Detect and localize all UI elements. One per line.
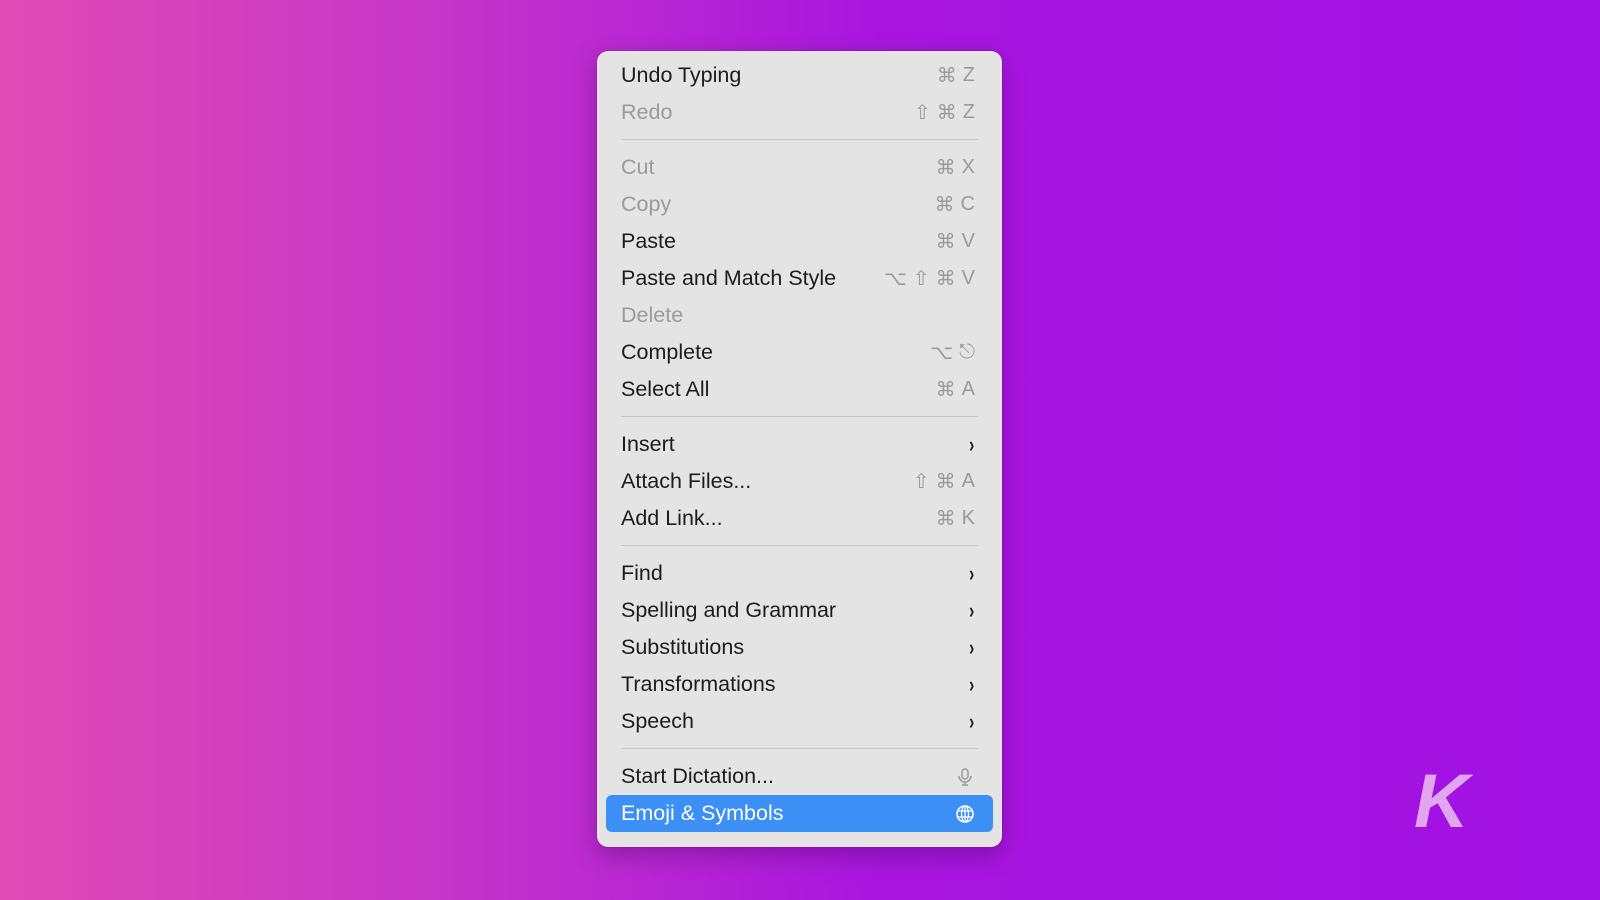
shortcut-key: C xyxy=(960,193,975,215)
menu-separator xyxy=(621,139,978,140)
keyboard-shortcut: ⌘ Z xyxy=(937,63,975,88)
menu-item-label: Add Link... xyxy=(621,506,723,530)
shortcut-key: ⌘ xyxy=(934,194,955,216)
menu-item-substitutions[interactable]: Substitutions › xyxy=(606,629,993,666)
menu-item-attach-files[interactable]: Attach Files... ⇧ ⌘ A xyxy=(606,463,993,500)
menu-item-cut[interactable]: Cut ⌘ X xyxy=(606,149,993,186)
menu-item-label: Emoji & Symbols xyxy=(621,801,784,825)
shortcut-key: ⌘ xyxy=(935,231,956,253)
menu-item-label: Substitutions xyxy=(621,635,745,659)
chevron-right-icon: › xyxy=(968,671,974,697)
menu-item-start-dictation[interactable]: Start Dictation... xyxy=(606,758,993,795)
keyboard-shortcut: ⇧ ⌘ A xyxy=(913,469,975,494)
shortcut-key: ⌥ xyxy=(883,268,907,290)
shortcut-key: ⌥ xyxy=(930,342,954,364)
shortcut-key: A xyxy=(961,378,975,400)
menu-item-label: Start Dictation... xyxy=(621,764,774,788)
chevron-right-icon: › xyxy=(968,560,974,586)
brand-logo: K xyxy=(1414,759,1474,844)
menu-item-complete[interactable]: Complete ⌥ ⎋ xyxy=(606,334,993,371)
keyboard-shortcut: ⌘ V xyxy=(936,229,975,254)
keyboard-shortcut: ⌥ ⇧ ⌘ V xyxy=(884,266,975,291)
shortcut-key: ⌘ xyxy=(935,508,956,530)
shortcut-key: ⌘ xyxy=(935,268,956,290)
shortcut-key: A xyxy=(961,470,975,492)
context-menu: Undo Typing ⌘ Z Redo ⇧ ⌘ Z Cut ⌘ X Copy ⌘ C Paste ⌘ V Pa… xyxy=(597,51,1002,847)
menu-item-label: Insert xyxy=(621,432,675,456)
microphone-icon xyxy=(955,767,975,787)
menu-item-speech[interactable]: Speech › xyxy=(606,703,993,740)
menu-item-label: Undo Typing xyxy=(621,63,742,87)
shortcut-key: V xyxy=(961,267,975,289)
keyboard-shortcut: ⌘ A xyxy=(936,377,975,402)
menu-item-label: Paste and Match Style xyxy=(621,266,837,290)
menu-item-copy[interactable]: Copy ⌘ C xyxy=(606,186,993,223)
shortcut-key: ⌘ xyxy=(935,471,956,493)
shortcut-key: ⌘ xyxy=(936,65,957,87)
menu-item-label: Spelling and Grammar xyxy=(621,598,837,622)
menu-separator xyxy=(621,416,978,417)
menu-item-select-all[interactable]: Select All ⌘ A xyxy=(606,371,993,408)
shortcut-key: ⌘ xyxy=(935,157,956,179)
menu-item-emoji-symbols[interactable]: Emoji & Symbols xyxy=(606,795,993,832)
chevron-right-icon: › xyxy=(968,708,974,734)
logo-letter: K xyxy=(1414,759,1474,844)
shortcut-key: ⇧ xyxy=(914,102,931,124)
shortcut-key: X xyxy=(961,156,975,178)
menu-item-add-link[interactable]: Add Link... ⌘ K xyxy=(606,500,993,537)
shortcut-key: ⇧ xyxy=(912,471,930,493)
keyboard-shortcut: ⌥ ⎋ xyxy=(930,340,975,365)
menu-item-undo-typing[interactable]: Undo Typing ⌘ Z xyxy=(606,57,993,94)
keyboard-shortcut: ⌘ X xyxy=(936,155,975,180)
globe-icon xyxy=(955,804,975,824)
menu-item-label: Cut xyxy=(621,155,655,179)
menu-item-label: Find xyxy=(621,561,663,585)
menu-item-find[interactable]: Find › xyxy=(606,555,993,592)
menu-separator xyxy=(621,545,978,546)
menu-item-label: Complete xyxy=(621,340,714,364)
menu-separator xyxy=(621,748,978,749)
shortcut-key: K xyxy=(961,507,975,529)
shortcut-key: ⇧ xyxy=(912,268,930,290)
chevron-right-icon: › xyxy=(968,634,974,660)
keyboard-shortcut: ⌘ K xyxy=(936,506,975,531)
keyboard-shortcut: ⇧ ⌘ Z xyxy=(914,100,975,125)
menu-item-insert[interactable]: Insert › xyxy=(606,426,993,463)
shortcut-key: Z xyxy=(962,101,975,123)
menu-item-transformations[interactable]: Transformations › xyxy=(606,666,993,703)
menu-item-label: Redo xyxy=(621,100,673,124)
menu-item-redo[interactable]: Redo ⇧ ⌘ Z xyxy=(606,94,993,131)
menu-item-label: Copy xyxy=(621,192,672,216)
menu-item-paste[interactable]: Paste ⌘ V xyxy=(606,223,993,260)
menu-item-label: Transformations xyxy=(621,672,776,696)
menu-item-label: Speech xyxy=(621,709,694,733)
menu-item-label: Select All xyxy=(621,377,710,401)
chevron-right-icon: › xyxy=(968,597,974,623)
shortcut-key: ⎋ xyxy=(959,341,975,363)
shortcut-key: V xyxy=(961,230,975,252)
menu-item-delete[interactable]: Delete xyxy=(606,297,993,334)
menu-item-paste-and-match-style[interactable]: Paste and Match Style ⌥ ⇧ ⌘ V xyxy=(606,260,993,297)
shortcut-key: Z xyxy=(962,64,975,86)
shortcut-key: ⌘ xyxy=(935,379,956,401)
keyboard-shortcut: ⌘ C xyxy=(935,192,975,217)
menu-item-label: Attach Files... xyxy=(621,469,752,493)
menu-item-spelling-and-grammar[interactable]: Spelling and Grammar › xyxy=(606,592,993,629)
chevron-right-icon: › xyxy=(968,431,974,457)
shortcut-key: ⌘ xyxy=(936,102,957,124)
menu-item-label: Paste xyxy=(621,229,676,253)
menu-item-label: Delete xyxy=(621,303,684,327)
